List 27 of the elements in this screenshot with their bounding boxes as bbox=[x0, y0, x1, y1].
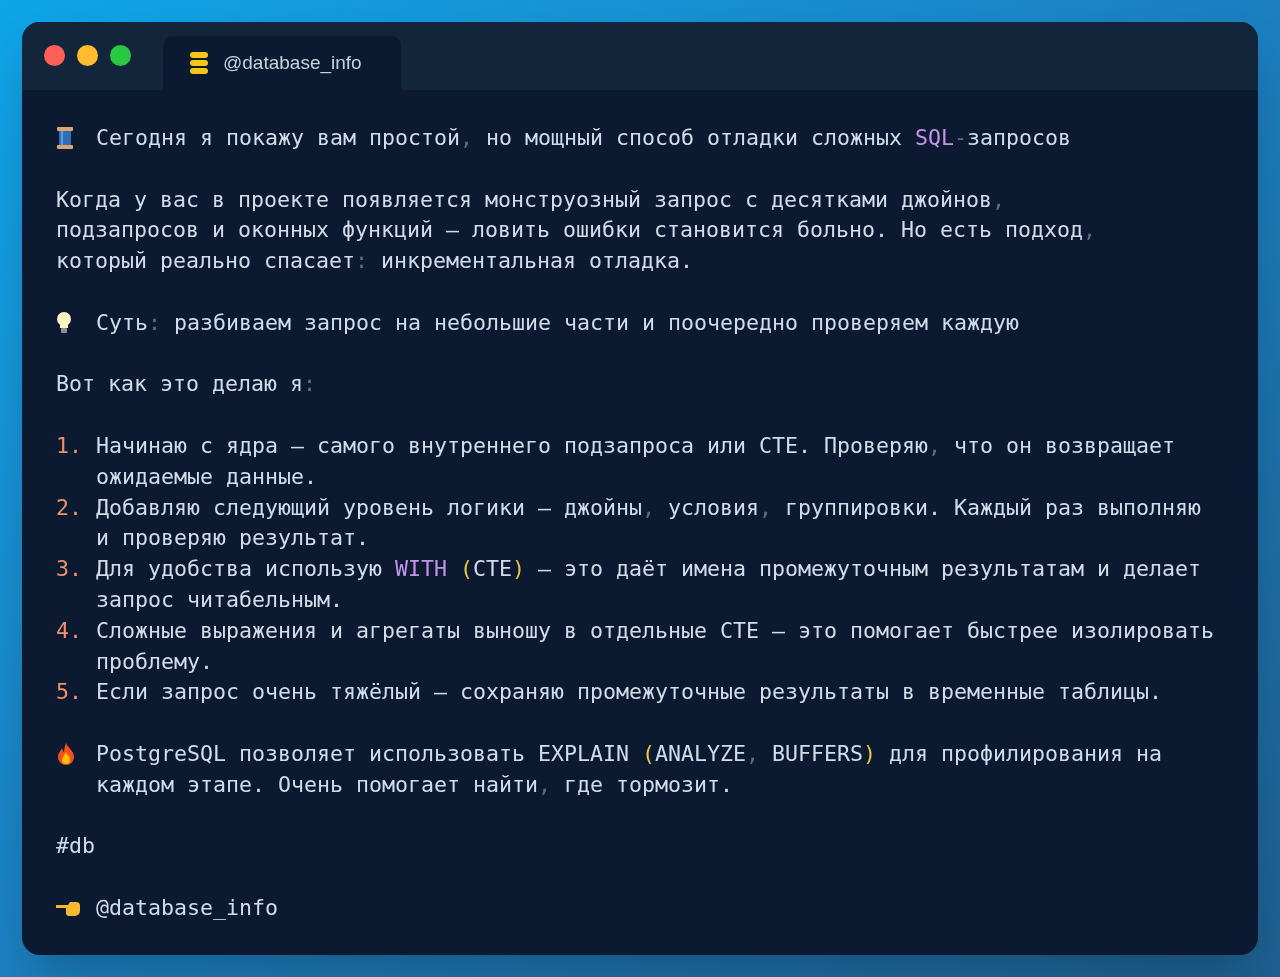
list-item-text: Начинаю с ядра — самого внутреннего подзапроса или CTE. Проверяю, что он возвращает ожидаемые данные. bbox=[96, 431, 1176, 491]
list-number: 4. bbox=[56, 616, 83, 645]
paragraph: Вот как это делаю я: bbox=[56, 370, 317, 399]
list-number: 2. bbox=[56, 493, 83, 522]
zoom-button[interactable] bbox=[110, 44, 131, 66]
fire-icon bbox=[56, 743, 76, 766]
channel-handle: @database_info bbox=[96, 893, 278, 922]
close-button[interactable] bbox=[44, 44, 65, 66]
list-item-text: Для удобства использую WITH (CTE) — это даёт имена промежуточным результатам и делает запрос читабельным. bbox=[96, 555, 1202, 614]
minimize-button[interactable] bbox=[77, 44, 98, 66]
paragraph: PostgreSQL позволяет использовать EXPLAIN (ANALYZE, BUFFERS) для профилирования на каждом этапе. Очень помогает найти, где тормозит. bbox=[96, 739, 1163, 799]
database-icon bbox=[189, 52, 209, 74]
paragraph: Сегодня я покажу вам простой, но мощный способ отладки сложных SQL-запросов bbox=[96, 124, 1072, 152]
light-bulb-icon bbox=[56, 312, 72, 335]
list-item-text: Если запрос очень тяжёлый — сохраняю промежуточные результаты в временные таблицы. bbox=[96, 678, 1163, 707]
list-number: 1. bbox=[56, 431, 83, 460]
list-item-text: Добавляю следующий уровень логики — джойны, условия, группировки. Каждый раз выполняю и проверяю результат. bbox=[96, 493, 1202, 553]
spool-icon bbox=[56, 127, 74, 150]
hashtag: #db bbox=[56, 832, 95, 861]
list-number: 3. bbox=[56, 555, 83, 584]
paragraph: Когда у вас в проекте появляется монструозный запрос с десятками джойнов, подзапросов и оконных функций — ловить ошибки становится больно. Но есть подход, который реально спасает: инкрементальная отладка. bbox=[56, 185, 1097, 276]
pointing-hand-icon bbox=[56, 900, 80, 917]
tab-title: @database_info bbox=[223, 50, 362, 76]
paragraph: Суть: разбиваем запрос на небольшие части и поочередно проверяем каждую bbox=[96, 308, 1020, 337]
tab[interactable]: @database_info bbox=[163, 36, 401, 90]
list-item-text: Сложные выражения и агрегаты выношу в отдельные CTE — это помогает быстрее изолировать проблему. bbox=[96, 616, 1215, 676]
list-number: 5. bbox=[56, 678, 83, 707]
